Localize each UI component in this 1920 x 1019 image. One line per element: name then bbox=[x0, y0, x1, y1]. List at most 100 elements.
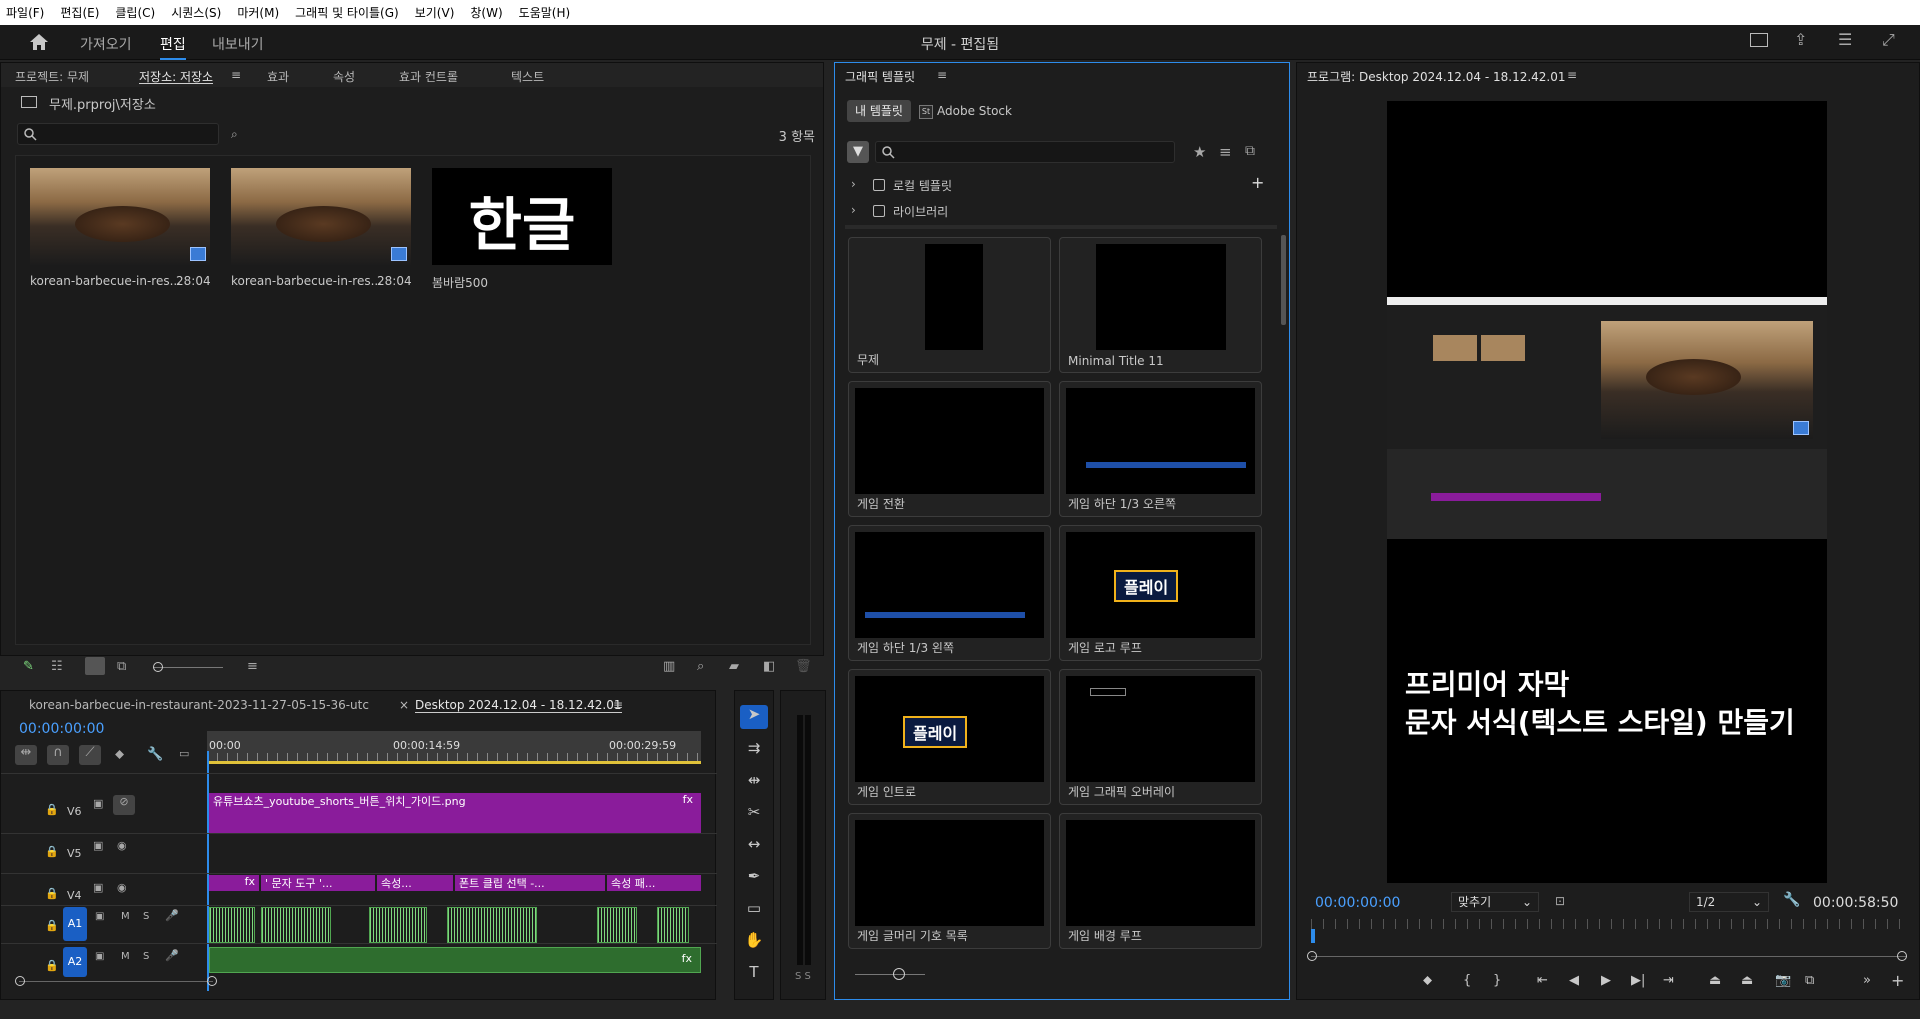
mark-out-icon[interactable]: } bbox=[1493, 973, 1501, 988]
template-card[interactable]: 게임 그래픽 오버레이 bbox=[1059, 669, 1262, 805]
wrench-icon[interactable]: 🔧 bbox=[1783, 892, 1800, 908]
audio-clip[interactable]: fx bbox=[209, 947, 701, 973]
go-to-out-icon[interactable]: ⇥ bbox=[1663, 973, 1674, 988]
panel-menu-icon[interactable]: ≡ bbox=[613, 698, 623, 712]
template-card[interactable]: 게임 전환 bbox=[848, 381, 1051, 517]
audio-clip[interactable] bbox=[209, 907, 255, 943]
video-frame[interactable]: 프리미어 자막 문자 서식(텍스트 스타일) 만들기 bbox=[1387, 101, 1827, 883]
step-forward-icon[interactable]: ▶| bbox=[1631, 973, 1645, 988]
eye-icon[interactable]: ◉ bbox=[117, 839, 127, 852]
add-marker-icon[interactable]: ⬥ bbox=[1423, 973, 1432, 988]
scroll-handle-left[interactable] bbox=[15, 976, 25, 986]
freeform-view-icon[interactable]: ⧉ bbox=[117, 659, 126, 674]
menu-clip[interactable]: 클립(C) bbox=[115, 4, 155, 21]
timeline-clip[interactable]: fx bbox=[209, 875, 259, 891]
tab-properties[interactable]: 속성 bbox=[333, 68, 355, 85]
workspaces-menu-icon[interactable]: ☰ bbox=[1838, 30, 1852, 49]
eye-hidden-icon[interactable]: ⊘ bbox=[113, 795, 135, 815]
new-bin-icon[interactable]: ▰ bbox=[729, 659, 739, 674]
new-search-bin-icon[interactable]: ⌕ bbox=[231, 127, 238, 142]
panel-menu-icon[interactable]: ≡ bbox=[937, 68, 947, 82]
timeline-clip[interactable]: 폰트 클립 선택 -... bbox=[455, 875, 605, 891]
sort-list-icon[interactable]: ≡ bbox=[1219, 143, 1232, 161]
search-input[interactable] bbox=[17, 123, 219, 145]
audio-clip[interactable] bbox=[597, 907, 637, 943]
sync-lock-icon[interactable]: ▣ bbox=[95, 951, 104, 962]
template-card[interactable]: 게임 배경 루프 bbox=[1059, 813, 1262, 949]
template-card[interactable]: 게임 하단 1/3 오른쪽 bbox=[1059, 381, 1262, 517]
playhead[interactable] bbox=[1311, 929, 1315, 943]
export-frame-icon[interactable]: 📷 bbox=[1775, 973, 1791, 988]
star-icon[interactable]: ★ bbox=[1193, 143, 1206, 161]
automate-sequence-icon[interactable]: ▥ bbox=[663, 659, 675, 674]
monitor-ruler[interactable] bbox=[1311, 919, 1907, 929]
audio-clip[interactable] bbox=[261, 907, 331, 943]
wrench-icon[interactable]: 🔧 bbox=[147, 747, 163, 762]
sequence-tab-active[interactable]: Desktop 2024.12.04 - 18.12.42.01 bbox=[415, 698, 622, 713]
template-card[interactable]: Minimal Title 11 bbox=[1059, 237, 1262, 373]
folder-checkbox[interactable] bbox=[873, 205, 885, 217]
thumbnail-size-slider[interactable] bbox=[855, 974, 925, 975]
trash-icon[interactable]: 🗑 bbox=[795, 659, 812, 674]
scroll-handle-right[interactable] bbox=[207, 976, 217, 986]
icon-view-icon[interactable] bbox=[85, 657, 105, 675]
menu-marker[interactable]: 마커(M) bbox=[237, 4, 279, 21]
type-tool-icon[interactable]: T bbox=[735, 963, 773, 987]
thumbnail-size-handle[interactable] bbox=[893, 968, 905, 980]
scroll-handle-right[interactable] bbox=[1897, 951, 1907, 961]
fullscreen-icon[interactable]: ⤢ bbox=[1882, 30, 1895, 50]
audio-clip[interactable] bbox=[447, 907, 537, 943]
timeline-timecode[interactable]: 00:00:00:00 bbox=[19, 721, 104, 737]
pencil-icon[interactable]: ✎ bbox=[23, 659, 34, 674]
add-marker-icon[interactable]: ⬥ bbox=[115, 747, 124, 762]
snap-icon[interactable]: ∩ bbox=[47, 745, 69, 765]
razor-tool-icon[interactable]: ✂ bbox=[735, 803, 773, 827]
panel-layout-icon[interactable] bbox=[1750, 33, 1768, 47]
lock-icon[interactable]: 🔒 bbox=[45, 887, 59, 900]
tab-text[interactable]: 텍스트 bbox=[511, 68, 544, 85]
template-scrollbar[interactable] bbox=[1281, 235, 1286, 325]
playhead-timecode[interactable]: 00:00:00:00 bbox=[1315, 895, 1400, 911]
target-track-icon[interactable]: ▣ bbox=[93, 839, 103, 852]
filter-icon[interactable]: ▼ bbox=[847, 141, 869, 163]
tab-effect-controls[interactable]: 효과 컨트롤 bbox=[399, 68, 458, 85]
clip-thumbnail[interactable] bbox=[231, 168, 411, 265]
menu-edit[interactable]: 편집(E) bbox=[60, 4, 99, 21]
microphone-icon[interactable]: 🎤 bbox=[165, 909, 179, 922]
horizontal-scrollbar[interactable] bbox=[19, 981, 213, 982]
menu-file[interactable]: 파일(F) bbox=[6, 4, 44, 21]
mark-in-icon[interactable]: { bbox=[1463, 973, 1471, 988]
lock-icon[interactable]: 🔒 bbox=[45, 845, 59, 858]
captions-icon[interactable]: ▭ bbox=[179, 747, 189, 760]
scroll-handle-left[interactable] bbox=[1307, 951, 1317, 961]
slip-tool-icon[interactable]: ↔ bbox=[735, 835, 773, 859]
tab-adobe-stock[interactable]: St Adobe Stock bbox=[915, 100, 1021, 122]
share-icon[interactable]: ⇪ bbox=[1794, 30, 1807, 49]
solo-button[interactable]: S bbox=[143, 911, 149, 922]
add-icon[interactable]: + bbox=[1251, 173, 1264, 192]
mute-button[interactable]: M bbox=[121, 911, 130, 922]
timeline-clip[interactable]: 속성 패... bbox=[607, 875, 701, 891]
nest-icon[interactable]: ⇹ bbox=[15, 745, 37, 765]
solo-button[interactable]: S bbox=[143, 951, 149, 962]
extract-icon[interactable]: ⏏ bbox=[1741, 973, 1753, 988]
panel-menu-icon[interactable]: ≡ bbox=[231, 68, 241, 82]
chevron-right-icon[interactable]: › bbox=[851, 177, 856, 191]
pen-tool-icon[interactable]: ✒ bbox=[735, 867, 773, 891]
lock-icon[interactable]: 🔒 bbox=[45, 803, 59, 816]
ripple-edit-tool-icon[interactable]: ⇹ bbox=[735, 771, 773, 795]
time-ruler[interactable]: 00:00 00:00:14:59 00:00:29:59 bbox=[207, 731, 701, 761]
hand-tool-icon[interactable]: ✋ bbox=[735, 931, 773, 955]
safe-margins-icon[interactable]: ⊡ bbox=[1555, 894, 1565, 908]
menu-graphics[interactable]: 그래픽 및 타이틀(G) bbox=[295, 4, 399, 21]
new-item-icon[interactable]: ◧ bbox=[763, 659, 775, 674]
timeline-clip[interactable]: 속성... bbox=[377, 875, 453, 891]
tab-my-templates[interactable]: 내 템플릿 bbox=[847, 100, 911, 122]
selection-tool-icon[interactable]: ➤ bbox=[740, 705, 768, 729]
menu-help[interactable]: 도움말(H) bbox=[519, 4, 571, 21]
resolution-select[interactable]: 1/2 ⌄ bbox=[1689, 892, 1769, 912]
comparison-view-icon[interactable]: ⧉ bbox=[1805, 973, 1814, 988]
zoom-slider[interactable] bbox=[153, 667, 223, 668]
find-icon[interactable]: ⌕ bbox=[697, 659, 704, 674]
template-card[interactable]: 게임 글머리 기호 목록 bbox=[848, 813, 1051, 949]
